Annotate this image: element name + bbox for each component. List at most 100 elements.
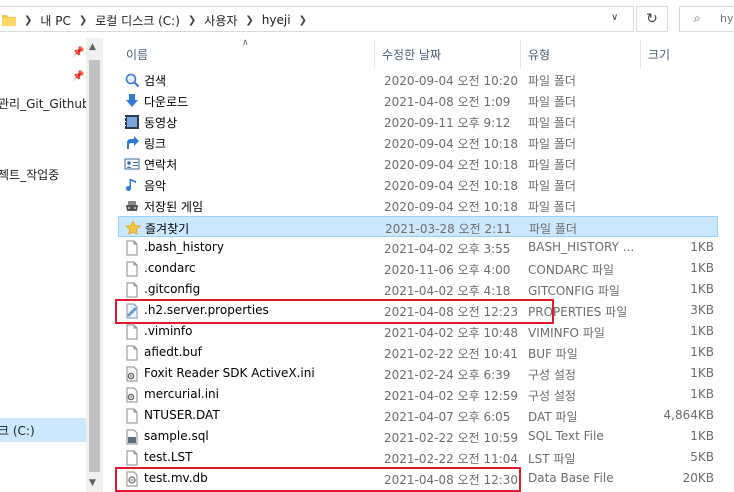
file-type: BUF 파일 [528, 347, 578, 361]
sql-file-icon [126, 429, 138, 445]
file-row[interactable]: test.LST 2021-02-22 오전 11:04 LST 파일 5KB [118, 447, 718, 468]
column-divider[interactable] [520, 40, 521, 68]
file-icon [126, 345, 138, 361]
folder-row[interactable]: 동영상 2020-09-11 오후 9:12 파일 폴더 [118, 111, 718, 132]
file-row[interactable]: Foxit Reader SDK ActiveX.ini 2021-02-24 오… [118, 363, 718, 384]
folder-row[interactable]: 즐겨찾기 2021-03-28 오전 2:11 파일 폴더 [118, 216, 718, 237]
file-row[interactable]: mercurial.ini 2021-04-02 오후 12:59 구성 설정 1KB [118, 384, 718, 405]
file-icon [126, 261, 138, 277]
file-name: 즐겨찾기 [145, 222, 190, 236]
file-size: 3KB [690, 303, 714, 317]
scroll-down-icon[interactable]: ▼ [89, 478, 96, 488]
folder-row[interactable]: 링크 2020-09-04 오전 10:18 파일 폴더 [118, 132, 718, 153]
column-divider[interactable] [374, 40, 375, 68]
file-name: 음악 [144, 179, 167, 193]
column-size[interactable]: 크기 [648, 46, 670, 63]
file-row[interactable]: .gitconfig 2021-04-02 오후 4:18 GITCONFIG 파일… [118, 279, 718, 300]
address-bar: ❯ 내 PC ❯ 로컬 디스크 (C:) ❯ 사용자 ❯ hyeji ❯ ∨ ↻… [0, 0, 734, 38]
sort-ascending-icon: ∧ [242, 38, 249, 48]
refresh-icon: ↻ [646, 11, 658, 27]
file-icon [126, 450, 138, 466]
file-type: 파일 폴더 [528, 200, 576, 214]
favorites-folder-icon [125, 220, 141, 235]
pin-icon[interactable]: 📌 [72, 47, 84, 58]
file-row[interactable]: .viminfo 2021-04-02 오후 10:48 VIMINFO 파일 1KB [118, 321, 718, 342]
file-row[interactable]: .h2.server.properties 2021-04-08 오전 12:23… [118, 300, 718, 321]
file-row[interactable]: NTUSER.DAT 2021-04-07 오후 6:05 DAT 파일 4,864K… [118, 405, 718, 426]
download-folder-icon [126, 94, 138, 107]
column-name[interactable]: 이름 [126, 46, 148, 63]
file-size: 4,864KB [663, 408, 714, 422]
file-type: SQL Text File [528, 429, 604, 443]
file-icon [126, 408, 138, 424]
file-date: 2021-04-02 오후 4:18 [384, 284, 511, 298]
folder-row[interactable]: 연락처 2020-09-04 오전 10:18 파일 폴더 [118, 153, 718, 174]
scroll-up-icon[interactable]: ▲ [89, 42, 96, 52]
file-size: 5KB [690, 450, 714, 464]
folder-row[interactable]: 검색 2020-09-04 오전 10:20 파일 폴더 [118, 69, 718, 90]
file-name: .gitconfig [144, 282, 201, 296]
file-name: NTUSER.DAT [144, 408, 220, 422]
database-file-icon [126, 471, 138, 487]
breadcrumb-this-pc[interactable]: 내 PC [40, 12, 70, 29]
chevron-right-icon[interactable]: ❯ [24, 15, 32, 26]
settings-file-icon [126, 387, 138, 403]
file-icon [126, 240, 138, 256]
breadcrumb-hyeji[interactable]: hyeji [262, 13, 291, 27]
chevron-right-icon[interactable]: ❯ [245, 15, 253, 26]
file-date: 2020-09-04 오전 10:18 [384, 158, 519, 172]
file-name: 연락처 [144, 158, 178, 172]
file-name: .viminfo [144, 324, 193, 338]
navigation-pane: 📌 📌 관리_Git_Github 젝트_작업중 크 (C:) ▲ ▼ [0, 38, 104, 492]
chevron-right-icon[interactable]: ❯ [79, 15, 87, 26]
search-box[interactable]: ⌕ hye [679, 6, 734, 32]
links-folder-icon [127, 136, 139, 149]
breadcrumb-local-disk[interactable]: 로컬 디스크 (C:) [95, 12, 180, 29]
file-row[interactable]: .bash_history 2021-04-02 오후 3:55 BASH_HIST… [118, 237, 718, 258]
file-type: BASH_HISTORY ... [528, 240, 635, 254]
folder-row[interactable]: 다운로드 2021-04-08 오전 1:09 파일 폴더 [118, 90, 718, 111]
nav-item-project[interactable]: 젝트_작업중 [0, 166, 59, 183]
chevron-right-icon[interactable]: ❯ [188, 15, 196, 26]
file-name: 동영상 [144, 116, 178, 130]
nav-item-local-disk[interactable]: 크 (C:) [0, 422, 35, 439]
file-icon [126, 282, 138, 298]
file-name: mercurial.ini [144, 387, 219, 401]
nav-scroll-thumb[interactable] [89, 60, 100, 472]
breadcrumb-users[interactable]: 사용자 [204, 12, 237, 29]
chevron-down-icon[interactable]: ∨ [611, 12, 618, 23]
column-date[interactable]: 수정한 날짜 [382, 46, 441, 63]
file-date: 2021-02-22 오전 10:59 [384, 431, 519, 445]
pin-icon[interactable]: 📌 [72, 71, 84, 82]
file-name: .bash_history [144, 240, 224, 254]
file-date: 2021-03-28 오전 2:11 [385, 222, 512, 236]
nav-item-git-github[interactable]: 관리_Git_Github [0, 95, 90, 112]
file-name: .condarc [144, 261, 196, 275]
file-row[interactable]: sample.sql 2021-02-22 오전 10:59 SQL Text Fi… [118, 426, 718, 447]
file-date: 2021-04-02 오후 12:59 [384, 389, 519, 403]
file-row[interactable]: test.mv.db 2021-04-08 오전 12:30 Data Base F… [118, 468, 718, 489]
file-name: 저장된 게임 [144, 200, 204, 214]
file-type: VIMINFO 파일 [528, 326, 605, 340]
nav-scrollbar[interactable]: ▲ ▼ [86, 38, 103, 492]
chevron-right-icon[interactable]: ❯ [299, 15, 307, 26]
file-date: 2020-09-04 오전 10:20 [384, 74, 519, 88]
column-type[interactable]: 유형 [528, 46, 550, 63]
file-date: 2021-04-08 오전 1:09 [384, 95, 511, 109]
file-row[interactable]: afiedt.buf 2021-02-22 오전 10:41 BUF 파일 1KB [118, 342, 718, 363]
folder-row[interactable]: 저장된 게임 2020-09-04 오전 10:18 파일 폴더 [118, 195, 718, 216]
file-date: 2021-04-08 오전 12:30 [384, 473, 519, 487]
file-date: 2020-09-04 오전 10:18 [384, 179, 519, 193]
file-icon [126, 324, 138, 340]
contacts-folder-icon [124, 158, 140, 170]
search-input[interactable]: hye [720, 12, 734, 25]
column-header: ∧ 이름 수정한 날짜 유형 크기 [118, 38, 734, 68]
file-type: DAT 파일 [528, 410, 578, 424]
folder-row[interactable]: 음악 2020-09-04 오전 10:18 파일 폴더 [118, 174, 718, 195]
file-type: 파일 폴더 [528, 158, 576, 172]
file-date: 2021-04-02 오후 10:48 [384, 326, 519, 340]
settings-file-icon [126, 366, 138, 382]
file-row[interactable]: .condarc 2020-11-06 오후 4:00 CONDARC 파일 1KB [118, 258, 718, 279]
refresh-button[interactable]: ↻ [636, 6, 668, 32]
column-divider[interactable] [640, 40, 641, 68]
